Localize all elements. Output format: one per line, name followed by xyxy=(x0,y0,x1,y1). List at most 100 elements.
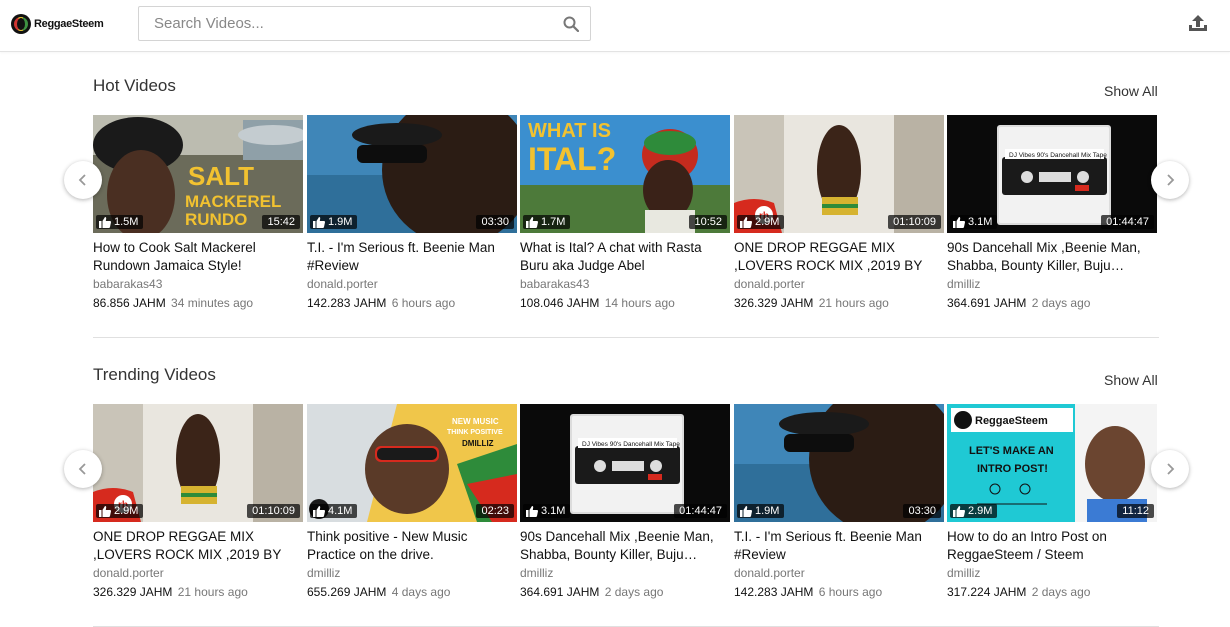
video-author[interactable]: dmilliz xyxy=(520,565,730,581)
thumbs-up-icon xyxy=(953,216,965,228)
video-card[interactable]: ReggaeSteem LET'S MAKE AN INTRO POST! 2.… xyxy=(947,404,1157,601)
views-badge: 2.9M xyxy=(950,504,998,518)
video-title[interactable]: T.I. - I'm Serious ft. Beenie Man #Revie… xyxy=(307,239,517,275)
chevron-left-icon xyxy=(78,463,86,475)
video-author[interactable]: babarakas43 xyxy=(520,276,730,292)
video-author[interactable]: donald.porter xyxy=(734,276,944,292)
video-thumbnail[interactable]: 1.9M 03:30 xyxy=(307,115,517,233)
video-payout: 317.224 JAHM xyxy=(947,585,1027,599)
video-card[interactable]: WHAT IS ITAL? 1.7M 10:52 What is Ital? A… xyxy=(520,115,730,312)
views-badge: 1.7M xyxy=(523,215,571,229)
thumbs-up-icon xyxy=(526,216,538,228)
video-card[interactable]: rb 2.9M 01:10:09 ONE DROP REGGAE MIX ,LO… xyxy=(734,115,944,312)
views-badge: 4.1M xyxy=(310,504,358,518)
thumbs-up-icon xyxy=(99,505,111,517)
video-age: 21 hours ago xyxy=(177,585,248,599)
video-age: 6 hours ago xyxy=(818,585,883,599)
video-author[interactable]: babarakas43 xyxy=(93,276,303,292)
show-all-trending-button[interactable]: Show All xyxy=(1104,372,1158,388)
video-thumbnail[interactable]: rb 2.9M 01:10:09 xyxy=(734,115,944,233)
svg-text:NEW MUSIC: NEW MUSIC xyxy=(452,417,499,426)
video-author[interactable]: dmilliz xyxy=(947,276,1157,292)
video-card[interactable]: DJ Vibes 90's Dancehall Mix Tape 3.1M 01… xyxy=(947,115,1157,312)
chevron-right-icon xyxy=(1167,463,1175,475)
svg-text:DJ Vibes 90's Dancehall Mix Ta: DJ Vibes 90's Dancehall Mix Tape xyxy=(582,441,680,448)
video-card[interactable]: NEW MUSIC THINK POSITIVE DMILLIZ 4.1M 02… xyxy=(307,404,517,601)
video-thumbnail[interactable]: DJ Vibes 90's Dancehall Mix Tape 3.1M 01… xyxy=(520,404,730,522)
video-payout: 364.691 JAHM xyxy=(520,585,600,599)
views-count: 1.5M xyxy=(114,216,139,228)
video-card[interactable]: 1.9M 03:30 T.I. - I'm Serious ft. Beenie… xyxy=(734,404,944,601)
video-card[interactable]: DJ Vibes 90's Dancehall Mix Tape 3.1M 01… xyxy=(520,404,730,601)
duration-badge: 03:30 xyxy=(903,504,941,518)
views-count: 1.7M xyxy=(541,216,566,228)
hot-prev-button[interactable] xyxy=(64,161,102,199)
trending-next-button[interactable] xyxy=(1151,450,1189,488)
video-card[interactable]: 1.9M 03:30 T.I. - I'm Serious ft. Beenie… xyxy=(307,115,517,312)
video-title[interactable]: Think positive - New Music Practice on t… xyxy=(307,528,517,564)
trending-prev-button[interactable] xyxy=(64,450,102,488)
search-icon[interactable] xyxy=(563,16,579,32)
svg-text:DMILLIZ: DMILLIZ xyxy=(462,439,494,448)
video-meta: 655.269 JAHM 4 days ago xyxy=(307,583,517,601)
hot-next-button[interactable] xyxy=(1151,161,1189,199)
video-payout: 142.283 JAHM xyxy=(734,585,814,599)
upload-icon[interactable] xyxy=(1187,13,1209,35)
views-badge: 1.5M xyxy=(96,215,144,229)
video-thumbnail[interactable]: rb 2.9M 01:10:09 xyxy=(93,404,303,522)
video-title[interactable]: How to do an Intro Post on ReggaeSteem /… xyxy=(947,528,1157,564)
section-title-hot: Hot Videos xyxy=(93,76,176,95)
video-payout: 108.046 JAHM xyxy=(520,296,600,310)
video-author[interactable]: donald.porter xyxy=(307,276,517,292)
video-payout: 86.856 JAHM xyxy=(93,296,166,310)
video-card[interactable]: rb 2.9M 01:10:09 ONE DROP REGGAE MIX ,LO… xyxy=(93,404,303,601)
video-thumbnail[interactable]: DJ Vibes 90's Dancehall Mix Tape 3.1M 01… xyxy=(947,115,1157,233)
views-count: 3.1M xyxy=(541,505,566,517)
video-thumbnail[interactable]: SALT MACKEREL RUNDO 1.5M 15:42 xyxy=(93,115,303,233)
show-all-hot-button[interactable]: Show All xyxy=(1104,83,1158,99)
video-card[interactable]: SALT MACKEREL RUNDO 1.5M 15:42 How to Co… xyxy=(93,115,303,312)
video-meta: 326.329 JAHM 21 hours ago xyxy=(93,583,303,601)
section-title-trending: Trending Videos xyxy=(93,365,216,384)
chevron-right-icon xyxy=(1167,174,1175,186)
search-input[interactable] xyxy=(139,7,539,40)
svg-text:THINK POSITIVE: THINK POSITIVE xyxy=(447,429,503,436)
views-count: 1.9M xyxy=(328,216,353,228)
duration-badge: 01:10:09 xyxy=(247,504,300,518)
svg-text:ReggaeSteem: ReggaeSteem xyxy=(975,415,1048,427)
video-author[interactable]: dmilliz xyxy=(307,565,517,581)
video-meta: 317.224 JAHM 2 days ago xyxy=(947,583,1157,601)
video-meta: 142.283 JAHM 6 hours ago xyxy=(734,583,944,601)
views-count: 4.1M xyxy=(328,505,353,517)
video-title[interactable]: ONE DROP REGGAE MIX ,LOVERS ROCK MIX ,20… xyxy=(734,239,944,275)
duration-badge: 03:30 xyxy=(476,215,514,229)
video-payout: 142.283 JAHM xyxy=(307,296,387,310)
video-meta: 142.283 JAHM 6 hours ago xyxy=(307,294,517,312)
video-thumbnail[interactable]: NEW MUSIC THINK POSITIVE DMILLIZ 4.1M 02… xyxy=(307,404,517,522)
views-badge: 1.9M xyxy=(737,504,785,518)
video-title[interactable]: 90s Dancehall Mix ,Beenie Man, Shabba, B… xyxy=(947,239,1157,275)
video-title[interactable]: ONE DROP REGGAE MIX ,LOVERS ROCK MIX ,20… xyxy=(93,528,303,564)
video-meta: 326.329 JAHM 21 hours ago xyxy=(734,294,944,312)
logo[interactable]: ReggaeSteem xyxy=(11,13,104,35)
chevron-left-icon xyxy=(78,174,86,186)
thumbs-up-icon xyxy=(313,505,325,517)
video-thumbnail[interactable]: 1.9M 03:30 xyxy=(734,404,944,522)
views-count: 3.1M xyxy=(968,216,993,228)
video-thumbnail[interactable]: WHAT IS ITAL? 1.7M 10:52 xyxy=(520,115,730,233)
duration-badge: 01:10:09 xyxy=(888,215,941,229)
video-thumbnail[interactable]: ReggaeSteem LET'S MAKE AN INTRO POST! 2.… xyxy=(947,404,1157,522)
video-title[interactable]: T.I. - I'm Serious ft. Beenie Man #Revie… xyxy=(734,528,944,564)
svg-text:RUNDO: RUNDO xyxy=(185,210,247,229)
video-title[interactable]: How to Cook Salt Mackerel Rundown Jamaic… xyxy=(93,239,303,275)
video-author[interactable]: donald.porter xyxy=(93,565,303,581)
duration-badge: 10:52 xyxy=(689,215,727,229)
video-meta: 364.691 JAHM 2 days ago xyxy=(947,294,1157,312)
video-title[interactable]: What is Ital? A chat with Rasta Buru aka… xyxy=(520,239,730,275)
video-author[interactable]: donald.porter xyxy=(734,565,944,581)
views-badge: 2.9M xyxy=(737,215,785,229)
video-title[interactable]: 90s Dancehall Mix ,Beenie Man, Shabba, B… xyxy=(520,528,730,564)
svg-text:MACKEREL: MACKEREL xyxy=(185,192,281,211)
video-age: 2 days ago xyxy=(604,585,664,599)
video-author[interactable]: dmilliz xyxy=(947,565,1157,581)
